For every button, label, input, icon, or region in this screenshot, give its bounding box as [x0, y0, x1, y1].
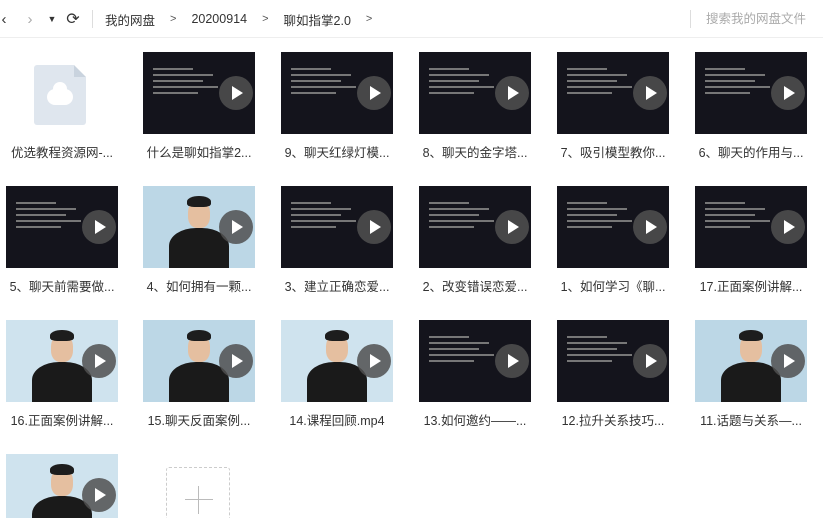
- file-name: 16.正面案例讲解...: [10, 414, 114, 428]
- video-thumbnail: [695, 186, 807, 268]
- slide-preview: [567, 332, 632, 366]
- breadcrumb-item-date[interactable]: 20200914: [191, 12, 247, 26]
- play-icon[interactable]: [633, 344, 667, 378]
- caret-down-icon[interactable]: ▼: [46, 10, 58, 28]
- breadcrumb-separator-icon: >: [365, 13, 373, 25]
- file-name: 4、如何拥有一颗...: [146, 280, 252, 294]
- slide-preview: [429, 198, 494, 232]
- search-input[interactable]: 搜索我的网盘文件: [706, 10, 823, 28]
- file-name: 3、建立正确恋爱...: [284, 280, 390, 294]
- file-name: 14.课程回顾.mp4: [289, 414, 385, 428]
- play-icon[interactable]: [633, 210, 667, 244]
- video-thumbnail: [6, 454, 118, 518]
- play-icon[interactable]: [219, 76, 253, 110]
- play-icon[interactable]: [357, 344, 391, 378]
- play-icon[interactable]: [771, 210, 805, 244]
- video-thumbnail: [281, 320, 393, 402]
- breadcrumb-item-root[interactable]: 我的网盘: [105, 10, 155, 29]
- slide-preview: [153, 64, 218, 98]
- video-thumbnail: [557, 52, 669, 134]
- file-name: 5、聊天前需要做...: [9, 280, 115, 294]
- slide-preview: [705, 64, 770, 98]
- slide-preview: [705, 198, 770, 232]
- file-name: 7、吸引模型教你...: [560, 146, 666, 160]
- file-name: 17.正面案例讲解...: [699, 280, 803, 294]
- video-thumbnail: [695, 52, 807, 134]
- video-thumbnail: [557, 186, 669, 268]
- toolbar-divider: [690, 10, 691, 28]
- file-name: 什么是聊如指掌2...: [146, 146, 252, 160]
- play-icon[interactable]: [495, 210, 529, 244]
- play-icon[interactable]: [495, 76, 529, 110]
- play-icon[interactable]: [357, 76, 391, 110]
- file-name: 11.话题与关系—...: [700, 414, 802, 428]
- file-name: 12.拉升关系技巧...: [561, 414, 665, 428]
- play-icon[interactable]: [82, 210, 116, 244]
- file-name: 9、聊天红绿灯模...: [284, 146, 390, 160]
- breadcrumb-separator-icon: >: [170, 13, 177, 25]
- slide-preview: [429, 64, 494, 98]
- file-name: 15.聊天反面案例...: [147, 414, 251, 428]
- video-thumbnail: [6, 186, 118, 268]
- file-name: 13.如何邀约——...: [423, 414, 527, 428]
- file-name: 2、改变错误恋爱...: [422, 280, 528, 294]
- play-icon[interactable]: [82, 478, 116, 512]
- refresh-icon[interactable]: ⟳: [64, 10, 82, 28]
- toolbar-divider: [92, 10, 93, 28]
- breadcrumb: 我的网盘 > 20200914 > 聊如指掌2.0 >: [105, 10, 387, 28]
- file-thumbnail: [6, 52, 118, 134]
- slide-preview: [567, 64, 632, 98]
- play-icon[interactable]: [82, 344, 116, 378]
- video-thumbnail: [419, 186, 531, 268]
- video-thumbnail: [695, 320, 807, 402]
- video-thumbnail: [143, 320, 255, 402]
- video-thumbnail: [143, 186, 255, 268]
- play-icon[interactable]: [495, 344, 529, 378]
- upload-button[interactable]: [166, 467, 230, 518]
- play-icon[interactable]: [219, 210, 253, 244]
- video-thumbnail: [6, 320, 118, 402]
- slide-preview: [291, 198, 356, 232]
- play-icon[interactable]: [357, 210, 391, 244]
- play-icon[interactable]: [771, 76, 805, 110]
- file-name: 8、聊天的金字塔...: [422, 146, 528, 160]
- play-icon[interactable]: [219, 344, 253, 378]
- file-name: 1、如何学习《聊...: [560, 280, 666, 294]
- plus-icon: [198, 486, 199, 514]
- video-thumbnail: [143, 52, 255, 134]
- file-name: 优选教程资源网-...: [10, 146, 114, 160]
- chevron-right-icon[interactable]: ›: [24, 10, 36, 28]
- slide-preview: [291, 64, 356, 98]
- slide-preview: [429, 332, 494, 366]
- toolbar: ‹ › ▼ ⟳ 我的网盘 > 20200914 > 聊如指掌2.0 > 搜索我的…: [0, 0, 823, 38]
- file-name: 6、聊天的作用与...: [698, 146, 804, 160]
- cloud-file-icon: [34, 65, 86, 125]
- slide-preview: [567, 198, 632, 232]
- video-thumbnail: [419, 320, 531, 402]
- chevron-left-icon[interactable]: ‹: [0, 10, 10, 28]
- breadcrumb-separator-icon: >: [262, 13, 269, 25]
- video-thumbnail: [281, 52, 393, 134]
- video-thumbnail: [281, 186, 393, 268]
- play-icon[interactable]: [771, 344, 805, 378]
- plus-icon: [185, 499, 213, 500]
- slide-preview: [16, 198, 81, 232]
- play-icon[interactable]: [633, 76, 667, 110]
- video-thumbnail: [557, 320, 669, 402]
- breadcrumb-item-current[interactable]: 聊如指掌2.0: [284, 10, 351, 29]
- video-thumbnail: [419, 52, 531, 134]
